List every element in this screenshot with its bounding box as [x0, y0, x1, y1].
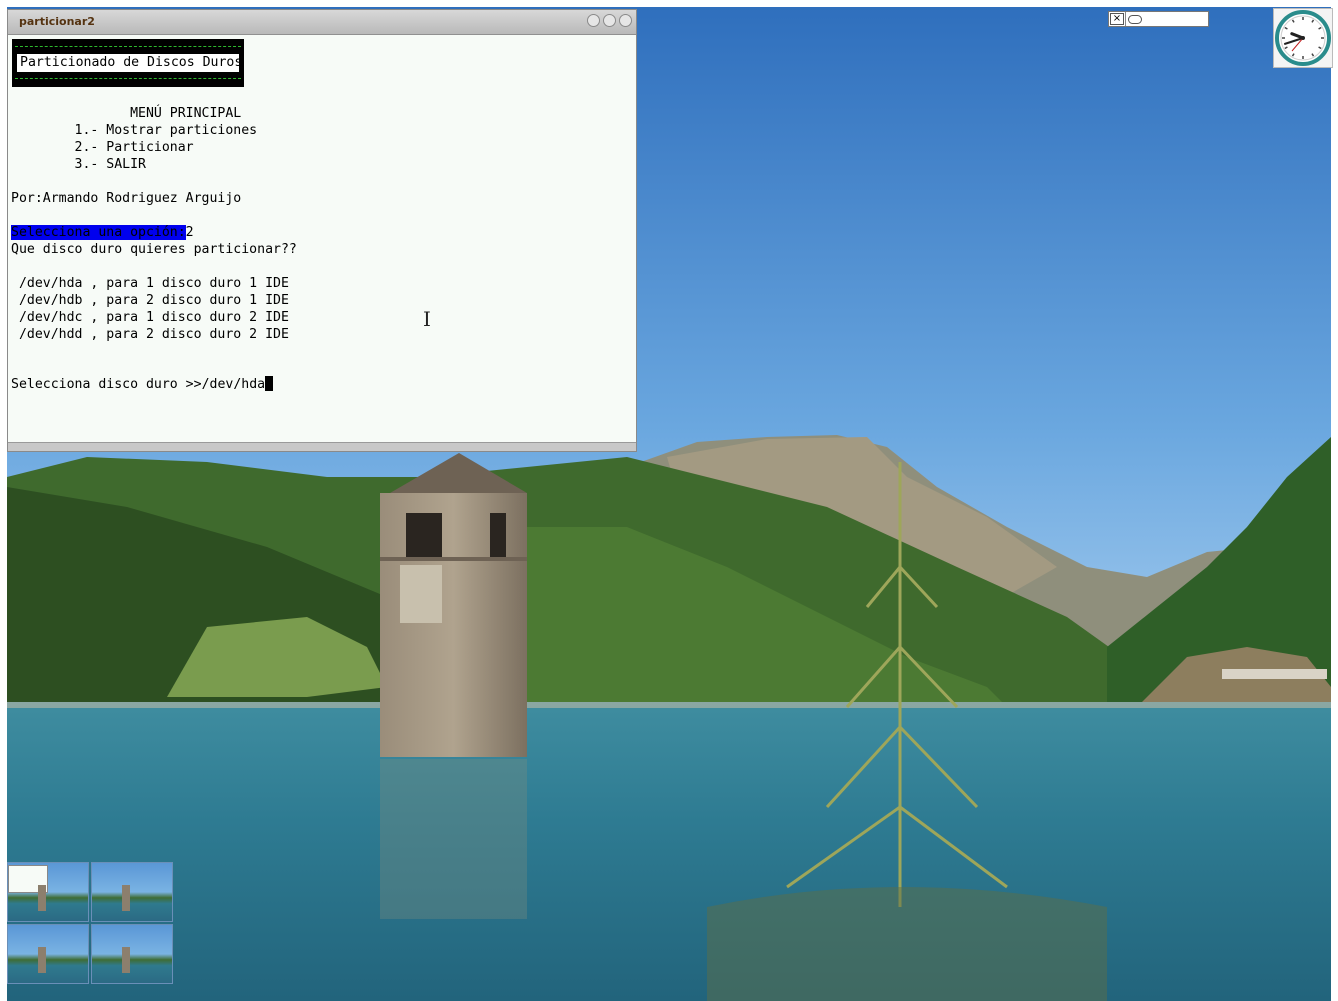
- window-title: particionar2: [19, 15, 95, 28]
- menu-option-1: 1.- Mostrar particiones: [11, 123, 258, 138]
- window-controls: [587, 14, 632, 27]
- disk-input-line[interactable]: Selecciona disco duro >>/dev/hda: [11, 376, 274, 393]
- disk-input-value[interactable]: /dev/hda: [202, 377, 266, 392]
- author-line: Por:Armando Rodriguez Arguijo: [11, 191, 242, 206]
- banner-label: Particionado de Discos Duros: [16, 53, 242, 73]
- option-prompt-highlight: Selecciona una opción:: [11, 225, 186, 240]
- maximize-button[interactable]: [603, 14, 616, 27]
- menu-option-3: 3.- SALIR: [11, 157, 146, 172]
- workspace-4-tower: [122, 947, 130, 973]
- disk-question: Que disco duro quieres particionar??: [11, 242, 297, 257]
- workspace-3-thumbnail[interactable]: [7, 924, 89, 984]
- disk-input-prompt: Selecciona disco duro >>: [11, 377, 202, 392]
- terminal-output[interactable]: Particionado de Discos Duros MENÚ PRINCI…: [10, 36, 634, 443]
- option-prompt-line: Selecciona una opción:2: [11, 224, 194, 241]
- disk-option-hdb: /dev/hdb , para 2 disco duro 1 IDE: [11, 293, 289, 308]
- ibeam-cursor-icon: I: [423, 307, 431, 331]
- title-banner: Particionado de Discos Duros: [12, 39, 244, 87]
- workspace-1-tower: [38, 885, 46, 911]
- tray-separator: [1125, 12, 1126, 26]
- disk-option-hdd: /dev/hdd , para 2 disco duro 2 IDE: [11, 327, 289, 342]
- workspace-2-thumbnail[interactable]: [91, 862, 173, 922]
- option-prompt-answer: 2: [185, 225, 194, 240]
- disk-option-hda: /dev/hda , para 1 disco duro 1 IDE: [11, 276, 289, 291]
- menu-option-2: 2.- Particionar: [11, 140, 194, 155]
- analog-clock[interactable]: [1273, 8, 1333, 68]
- tray-widget[interactable]: ×: [1108, 11, 1209, 27]
- clock-face-icon: [1275, 10, 1331, 66]
- workspace-4-thumbnail[interactable]: [91, 924, 173, 984]
- disk-option-hdc: /dev/hdc , para 1 disco duro 2 IDE: [11, 310, 289, 325]
- terminal-window[interactable]: particionar2 Particionado de Discos Duro…: [7, 9, 637, 452]
- screen-top-border: [0, 0, 1338, 7]
- window-bottom-border[interactable]: [8, 442, 636, 451]
- workspace-3-tower: [38, 947, 46, 973]
- close-button[interactable]: [619, 14, 632, 27]
- workspace-1-thumbnail[interactable]: [7, 862, 89, 922]
- screen-left-border: [0, 0, 7, 1001]
- workspace-2-tower: [122, 885, 130, 911]
- tray-toggle-icon[interactable]: [1128, 15, 1142, 24]
- workspace-pager[interactable]: [7, 862, 175, 988]
- screen-right-border: [1331, 0, 1338, 1001]
- menu-heading: MENÚ PRINCIPAL: [11, 106, 242, 121]
- text-cursor: [265, 376, 274, 391]
- minimize-button[interactable]: [587, 14, 600, 27]
- window-titlebar[interactable]: particionar2: [8, 10, 636, 35]
- tray-close-icon[interactable]: ×: [1110, 13, 1124, 25]
